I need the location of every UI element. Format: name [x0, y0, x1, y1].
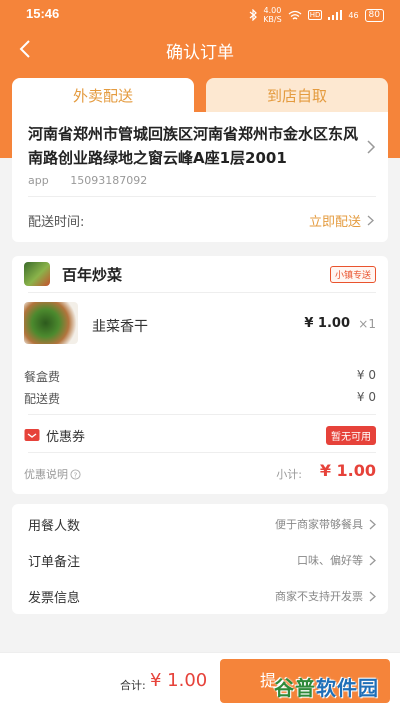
delivery-fee-value: ¥ 0	[356, 390, 376, 404]
chevron-right-icon	[369, 591, 376, 601]
tab-delivery[interactable]: 外卖配送	[12, 78, 194, 114]
delivery-fee-label: 配送费	[24, 392, 61, 406]
dish-price: ¥ 1.00	[304, 316, 350, 331]
bluetooth-icon	[249, 9, 258, 21]
shop-logo	[24, 262, 50, 286]
watermark-logo: 谷普软件园	[274, 672, 379, 701]
subtotal-label: 小计:	[276, 468, 302, 481]
extra-label: 订单备注	[28, 555, 81, 570]
coupon-icon	[24, 429, 40, 441]
status-icons: 4.00 KB/S HD 46 80	[249, 6, 384, 24]
order-card: 百年炒菜 小镇专送 韭菜香干 ¥ 1.00 ×1 餐盒费 ¥ 0 配送费 ¥ 0…	[12, 256, 388, 494]
chevron-right-icon	[367, 215, 374, 226]
extra-value: 商家不支持开发票	[275, 588, 376, 604]
dish-quantity: ×1	[358, 317, 376, 331]
delivery-mode-tabs: 外卖配送 到店自取	[12, 78, 388, 114]
shop-name: 百年炒菜	[62, 266, 123, 284]
watermark-part-b: 软件园	[316, 676, 379, 700]
extra-info-card: 用餐人数 便于商家带够餐具 订单备注 口味、偏好等 发票信息 商家不支持开发票	[12, 504, 388, 614]
delivery-time-selector[interactable]: 立即配送	[309, 211, 374, 230]
delivery-badge: 小镇专送	[329, 266, 376, 283]
extra-value-text: 商家不支持开发票	[275, 590, 363, 603]
discount-note-label: 优惠说明	[24, 468, 68, 481]
signal-label: 46	[348, 10, 359, 20]
signal-icon	[328, 10, 343, 20]
subtotal-value: ¥ 1.00	[319, 461, 376, 480]
extra-value-text: 便于商家带够餐具	[275, 518, 363, 531]
divider	[28, 196, 376, 197]
dish-image	[24, 302, 78, 344]
box-fee-value: ¥ 0	[356, 368, 376, 382]
watermark-part-a: 谷普	[274, 676, 316, 700]
extra-label: 用餐人数	[28, 519, 81, 534]
address-card[interactable]: 河南省郑州市管城回族区河南省郑州市金水区东风南路创业路绿地之窗云峰A座1层200…	[12, 112, 388, 242]
tab-pickup[interactable]: 到店自取	[206, 78, 388, 114]
battery-icon: 80	[364, 8, 384, 22]
extra-value: 便于商家带够餐具	[275, 516, 376, 532]
net-speed-unit: KB/S	[263, 15, 282, 24]
extra-value-text: 口味、偏好等	[297, 554, 363, 567]
delivery-address: 河南省郑州市管城回族区河南省郑州市金水区东风南路创业路绿地之窗云峰A座1层200…	[28, 125, 359, 167]
divider	[28, 292, 376, 293]
help-icon: ?	[70, 468, 81, 480]
status-bar: 15:46 4.00 KB/S HD 46 80	[0, 0, 400, 28]
extra-value: 口味、偏好等	[297, 552, 376, 568]
chevron-right-icon	[369, 519, 376, 529]
delivery-time-label: 配送时间:	[28, 215, 85, 230]
chevron-right-icon	[369, 555, 376, 565]
contact-phone: 15093187092	[70, 174, 148, 187]
order-note-row[interactable]: 订单备注 口味、偏好等	[12, 542, 388, 578]
contact-info: app 15093187092	[28, 174, 165, 187]
total-value: ¥ 1.00	[150, 670, 208, 691]
status-time: 15:46	[26, 6, 60, 21]
coupon-label: 优惠券	[46, 430, 86, 445]
box-fee-label: 餐盒费	[24, 370, 61, 384]
extra-label: 发票信息	[28, 591, 81, 606]
divider	[28, 452, 376, 453]
net-speed: 4.00 KB/S	[263, 6, 282, 24]
diner-count-row[interactable]: 用餐人数 便于商家带够餐具	[12, 506, 388, 542]
total-label: 合计:	[120, 679, 146, 692]
discount-info[interactable]: 优惠说明 ?	[24, 466, 81, 482]
nav-bar: 确认订单	[0, 30, 400, 68]
divider	[28, 414, 376, 415]
invoice-row[interactable]: 发票信息 商家不支持开发票	[12, 578, 388, 614]
page-title: 确认订单	[166, 43, 234, 63]
chevron-right-icon	[367, 140, 376, 154]
coupon-status[interactable]: 暂无可用	[326, 426, 376, 445]
wifi-icon	[288, 10, 302, 19]
contact-name: app	[28, 174, 49, 187]
hd-icon: HD	[307, 10, 323, 20]
net-speed-value: 4.00	[263, 6, 282, 15]
dish-name: 韭菜香干	[92, 319, 148, 335]
delivery-time-value: 立即配送	[308, 215, 361, 230]
svg-text:?: ?	[74, 470, 78, 479]
